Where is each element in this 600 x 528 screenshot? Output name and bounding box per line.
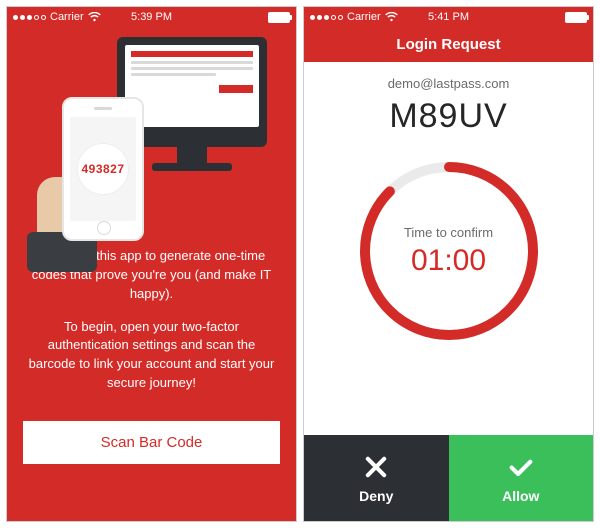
- wifi-icon: [88, 12, 101, 22]
- scan-barcode-button[interactable]: Scan Bar Code: [23, 421, 280, 464]
- otp-code-badge: 493827: [77, 143, 129, 195]
- account-email: demo@lastpass.com: [388, 76, 510, 91]
- verification-code: M89UV: [389, 97, 507, 136]
- hero-illustration: 493827: [7, 27, 296, 247]
- intro-paragraph-2: To begin, open your two-factor authentic…: [27, 318, 276, 393]
- allow-button[interactable]: Allow: [449, 435, 594, 521]
- battery-icon: [268, 12, 290, 23]
- signal-icon: [310, 15, 343, 20]
- allow-label: Allow: [502, 488, 539, 504]
- deny-label: Deny: [359, 488, 393, 504]
- carrier-label: Carrier: [347, 11, 381, 23]
- login-request-screen: Carrier 5:41 PM Login Request demo@lastp…: [303, 6, 594, 522]
- deny-button[interactable]: Deny: [304, 435, 449, 521]
- check-icon: [507, 453, 535, 484]
- wifi-icon: [385, 12, 398, 22]
- signal-icon: [13, 15, 46, 20]
- page-title: Login Request: [304, 27, 593, 62]
- battery-icon: [565, 12, 587, 23]
- countdown-timer: Time to confirm 01:00: [354, 156, 544, 346]
- status-bar: Carrier 5:39 PM: [7, 7, 296, 27]
- status-bar: Carrier 5:41 PM: [304, 7, 593, 27]
- timer-label: Time to confirm: [404, 225, 493, 240]
- close-icon: [362, 453, 390, 484]
- phone-icon: 493827: [62, 97, 144, 241]
- timer-value: 01:00: [411, 244, 486, 278]
- carrier-label: Carrier: [50, 11, 84, 23]
- onboarding-screen: Carrier 5:39 PM: [6, 6, 297, 522]
